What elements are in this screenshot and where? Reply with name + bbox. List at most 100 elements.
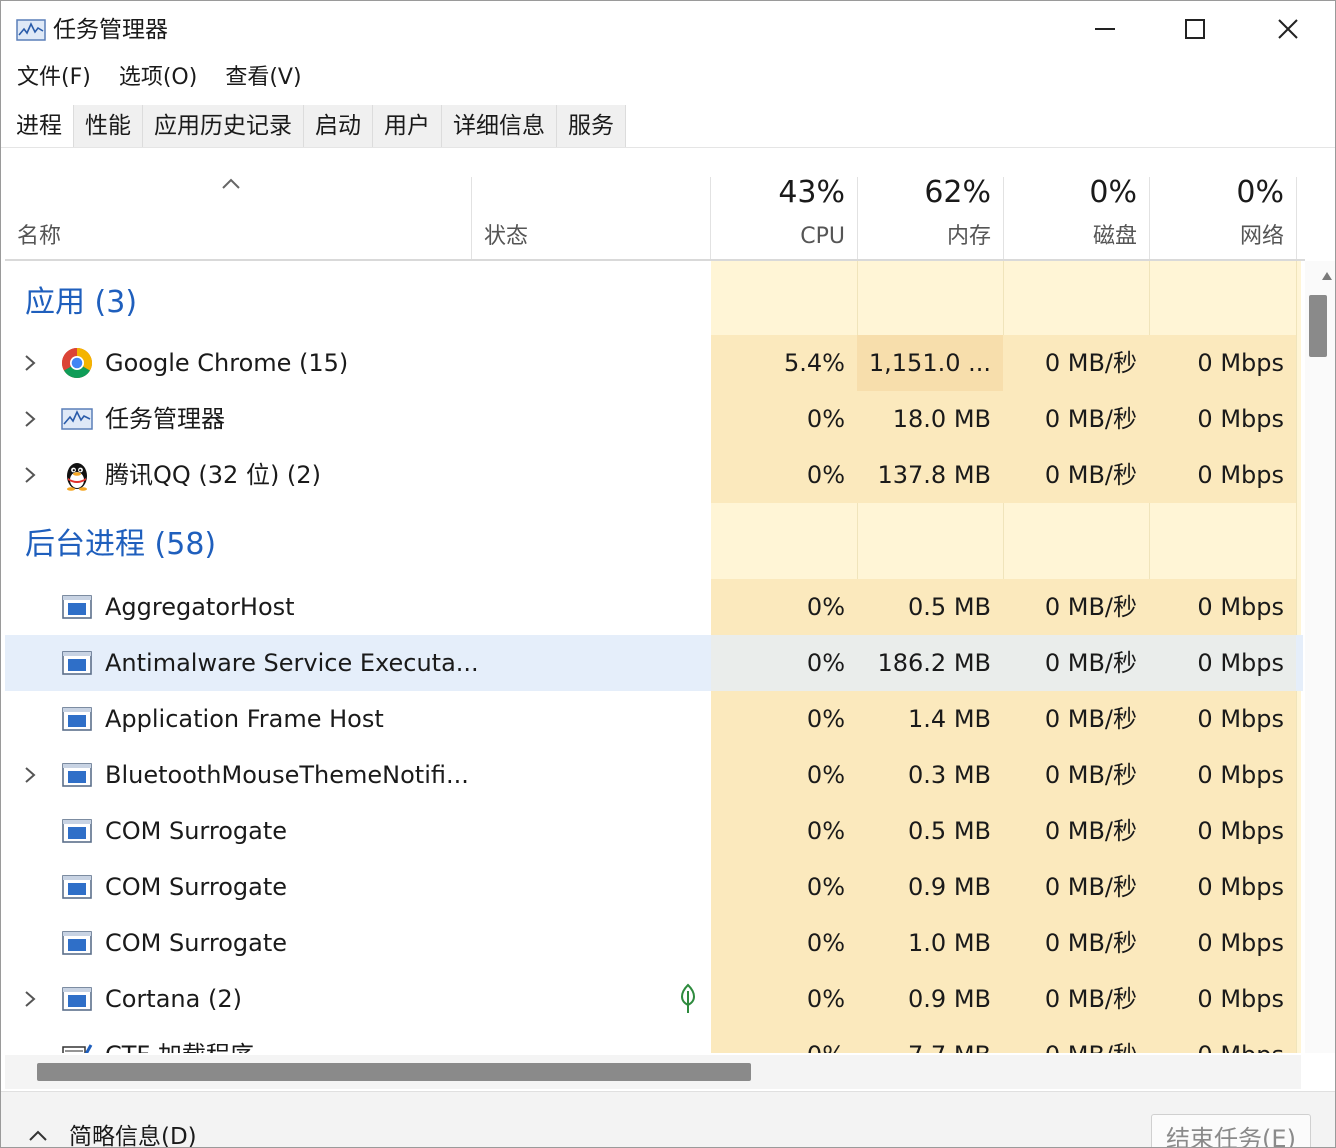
column-network-label: 网络: [1239, 224, 1284, 249]
chevron-up-icon[interactable]: [27, 1128, 49, 1142]
process-row[interactable]: BluetoothMouseThemeNotifi... 0% 0.3 MB 0 MB…: [5, 747, 1303, 803]
tab-divider: [1, 147, 1335, 148]
close-icon: [1278, 19, 1298, 39]
ctf-loader-icon: [61, 1039, 93, 1053]
tab-users[interactable]: 用户: [373, 105, 442, 147]
process-row[interactable]: Antimalware Service Executa... 0% 186.2 MB…: [5, 635, 1303, 691]
group-apps-title[interactable]: 应用 (3): [25, 283, 137, 323]
process-row[interactable]: Cortana (2) 0% 0.9 MB 0 MB/秒 0 Mbps: [5, 971, 1303, 1027]
process-name: Antimalware Service Executa...: [105, 649, 479, 677]
process-window-icon: [61, 759, 93, 791]
menu-options[interactable]: 选项(O): [105, 57, 211, 99]
process-window-icon: [61, 927, 93, 959]
title-bar[interactable]: 任务管理器: [1, 1, 1335, 57]
footer-bar: 简略信息(D) 结束任务(E): [1, 1091, 1335, 1147]
cell-network: 0 Mbps: [1149, 915, 1296, 971]
menu-file[interactable]: 文件(F): [1, 57, 105, 99]
cell-network: 0 Mbps: [1149, 1027, 1296, 1053]
window-title: 任务管理器: [53, 17, 168, 43]
process-row[interactable]: AggregatorHost 0% 0.5 MB 0 MB/秒 0 Mbps: [5, 579, 1303, 635]
column-memory-header[interactable]: 62% 内存: [858, 149, 1003, 261]
tab-performance[interactable]: 性能: [74, 105, 143, 147]
process-window-icon: [61, 647, 93, 679]
cell-disk: 0 MB/秒: [1003, 391, 1149, 447]
column-name-label: 名称: [17, 224, 62, 249]
process-window-icon: [61, 591, 93, 623]
maximize-button[interactable]: [1172, 11, 1218, 47]
process-window-icon: [61, 815, 93, 847]
column-name-header[interactable]: 名称: [5, 149, 471, 261]
cell-disk: 0 MB/秒: [1003, 691, 1149, 747]
cell-memory: 0.3 MB: [857, 747, 1003, 803]
chevron-right-icon[interactable]: [22, 408, 38, 430]
cell-disk: 0 MB/秒: [1003, 971, 1149, 1027]
column-cpu-header[interactable]: 43% CPU: [711, 149, 857, 261]
process-window-icon: [61, 703, 93, 735]
cell-network: 0 Mbps: [1149, 335, 1296, 391]
vertical-scrollbar[interactable]: [1305, 261, 1335, 1053]
task-manager-icon: [16, 19, 46, 41]
column-disk-header[interactable]: 0% 磁盘: [1004, 149, 1149, 261]
process-name: AggregatorHost: [105, 593, 295, 621]
process-row[interactable]: Google Chrome (15) 5.4% 1,151.0 ... 0 MB/秒 0…: [5, 335, 1303, 391]
cell-network: 0 Mbps: [1149, 447, 1296, 503]
minimize-button[interactable]: [1082, 11, 1128, 47]
cell-disk: 0 MB/秒: [1003, 803, 1149, 859]
tab-processes[interactable]: 进程: [5, 105, 74, 147]
qq-penguin-icon: [61, 459, 93, 491]
chevron-right-icon[interactable]: [22, 352, 38, 374]
chevron-right-icon[interactable]: [22, 464, 38, 486]
cell-disk: 0 MB/秒: [1003, 447, 1149, 503]
group-background-title[interactable]: 后台进程 (58): [25, 525, 216, 565]
tab-services[interactable]: 服务: [557, 105, 626, 147]
process-name: CTF 加载程序: [105, 1039, 254, 1053]
cell-network: 0 Mbps: [1149, 803, 1296, 859]
process-row[interactable]: Application Frame Host 0% 1.4 MB 0 MB/秒 0 Mb…: [5, 691, 1303, 747]
fewer-details-toggle[interactable]: 简略信息(D): [69, 1122, 197, 1147]
scroll-up-arrow-icon[interactable]: [1321, 271, 1333, 281]
cell-cpu: 0%: [711, 915, 857, 971]
end-task-button[interactable]: 结束任务(E): [1151, 1114, 1311, 1147]
cell-disk: 0 MB/秒: [1003, 1027, 1149, 1053]
chevron-right-icon[interactable]: [22, 988, 38, 1010]
process-row[interactable]: COM Surrogate 0% 1.0 MB 0 MB/秒 0 Mbps: [5, 915, 1303, 971]
cell-memory: 0.9 MB: [857, 971, 1003, 1027]
process-row[interactable]: CTF 加载程序 0%7.7 MB0 MB/秒0 Mbps: [5, 1027, 1303, 1053]
process-name: COM Surrogate: [105, 817, 288, 845]
cell-cpu: 0%: [711, 447, 857, 503]
close-button[interactable]: [1265, 11, 1311, 47]
process-name: Google Chrome (15): [105, 349, 349, 377]
process-name: 任务管理器: [105, 405, 225, 433]
minimize-icon: [1095, 28, 1115, 30]
column-disk-label: 磁盘: [1092, 224, 1137, 249]
cell-cpu: 0%: [711, 579, 857, 635]
cell-memory: 7.7 MB: [857, 1027, 1003, 1053]
tab-app-history[interactable]: 应用历史记录: [143, 105, 304, 147]
menu-view[interactable]: 查看(V): [211, 57, 315, 99]
cell-disk: 0 MB/秒: [1003, 335, 1149, 391]
tab-details[interactable]: 详细信息: [442, 105, 557, 147]
process-window-icon: [61, 871, 93, 903]
task-manager-icon: [61, 403, 93, 435]
cell-cpu: 5.4%: [711, 335, 857, 391]
menu-bar: 文件(F) 选项(O) 查看(V): [1, 57, 316, 99]
process-row[interactable]: 腾讯QQ (32 位) (2) 0% 137.8 MB 0 MB/秒 0 Mbps: [5, 447, 1303, 503]
process-row[interactable]: COM Surrogate 0% 0.9 MB 0 MB/秒 0 Mbps: [5, 859, 1303, 915]
chevron-right-icon[interactable]: [22, 764, 38, 786]
cell-memory: 137.8 MB: [857, 447, 1003, 503]
cell-disk: 0 MB/秒: [1003, 747, 1149, 803]
tab-startup[interactable]: 启动: [304, 105, 373, 147]
process-name: COM Surrogate: [105, 929, 288, 957]
cell-cpu: 0%: [711, 747, 857, 803]
column-memory-label: 内存: [946, 224, 991, 249]
cell-memory: 0.5 MB: [857, 579, 1003, 635]
column-separator[interactable]: [1296, 177, 1297, 261]
vertical-scroll-thumb[interactable]: [1309, 295, 1327, 357]
column-network-header[interactable]: 0% 网络: [1150, 149, 1296, 261]
process-row[interactable]: COM Surrogate 0% 0.5 MB 0 MB/秒 0 Mbps: [5, 803, 1303, 859]
cell-cpu: 0%: [711, 691, 857, 747]
column-status-header[interactable]: 状态: [472, 149, 710, 261]
horizontal-scroll-thumb[interactable]: [37, 1063, 751, 1081]
process-row[interactable]: 任务管理器 0% 18.0 MB 0 MB/秒 0 Mbps: [5, 391, 1303, 447]
cell-cpu: 0%: [711, 391, 857, 447]
